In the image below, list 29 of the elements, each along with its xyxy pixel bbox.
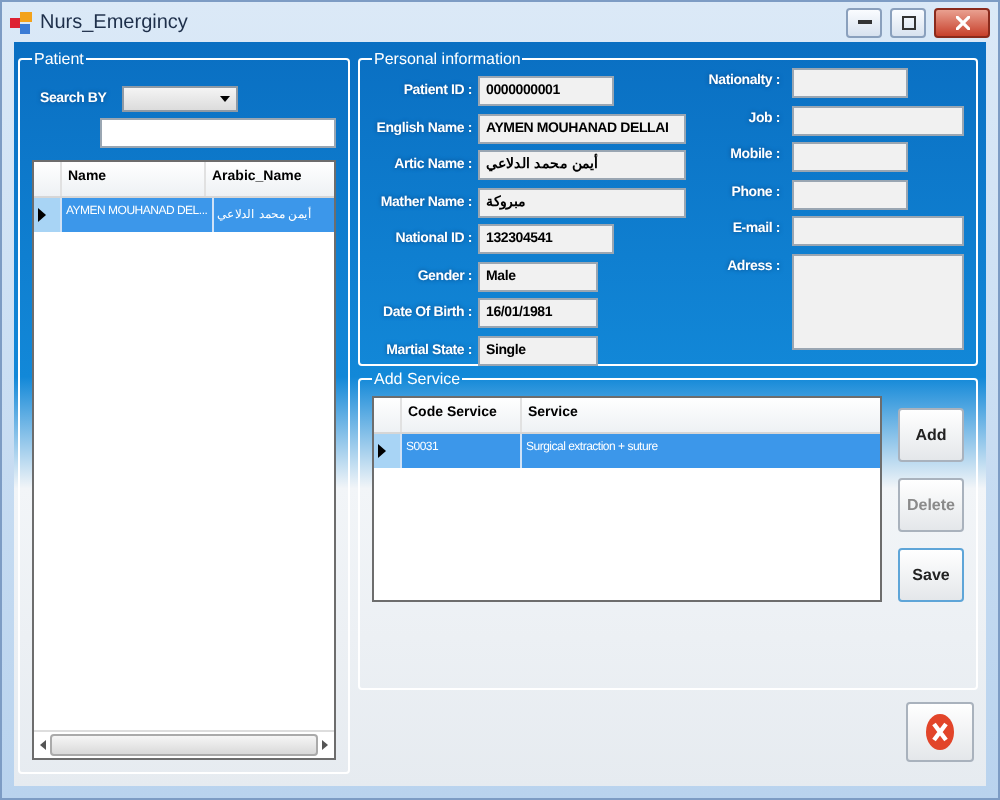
input-field[interactable] (792, 68, 908, 98)
input-field[interactable] (792, 179, 908, 209)
search-field[interactable] (100, 118, 336, 148)
window-title: Nurs_Emergincy (40, 11, 190, 33)
input-field[interactable] (792, 216, 964, 246)
group-title: Personal information (372, 50, 523, 68)
dropdown-arrow-icon (220, 96, 231, 102)
action-button[interactable]: Add (898, 408, 964, 462)
app-icon (10, 11, 32, 33)
horizontal-scrollbar[interactable] (34, 730, 334, 758)
row-pointer-icon (38, 208, 46, 222)
maximize-button[interactable] (890, 7, 926, 37)
row-pointer-icon (378, 444, 386, 458)
group-title: Add Service (372, 370, 463, 388)
group-title: Patient (32, 50, 86, 68)
input-field[interactable] (792, 105, 964, 135)
maximize-icon (901, 15, 915, 29)
close-icon (955, 15, 969, 29)
action-button[interactable]: Save (898, 548, 964, 602)
input-field[interactable] (792, 253, 964, 349)
search-dropdown[interactable] (122, 86, 239, 112)
minimize-button[interactable] (846, 7, 882, 37)
close-button[interactable] (906, 702, 974, 762)
close-button[interactable] (934, 7, 990, 37)
close-icon (926, 714, 954, 750)
scroll-right-icon (322, 740, 328, 750)
minimize-icon (857, 19, 871, 25)
input-field[interactable] (792, 142, 908, 172)
scroll-left-icon (40, 740, 46, 750)
